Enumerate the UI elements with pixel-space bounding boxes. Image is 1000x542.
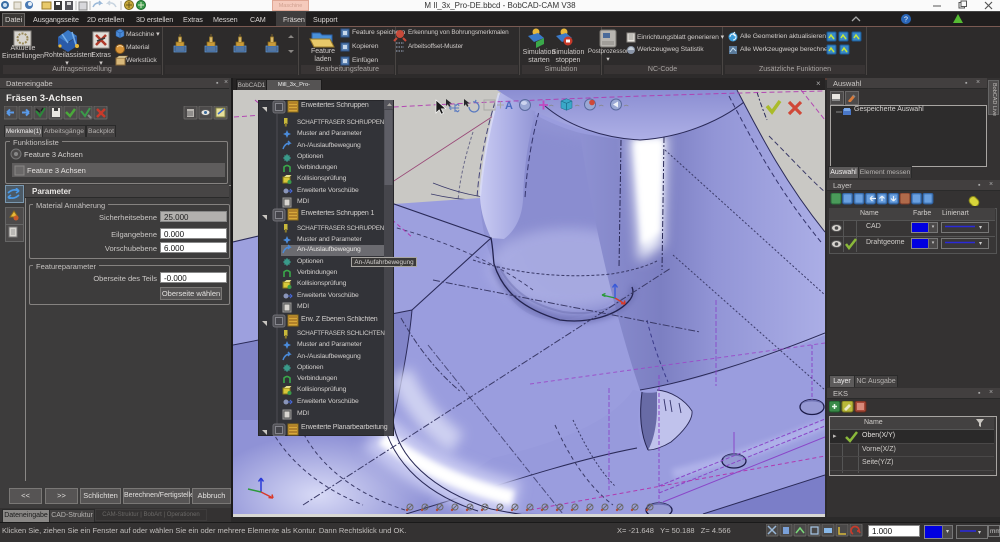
svg-text:A: A: [505, 100, 513, 112]
svg-text:?: ?: [904, 17, 908, 24]
svg-text:▾: ▾: [979, 241, 982, 247]
svg-text:▾: ▾: [979, 225, 982, 231]
svg-text:▾: ▾: [978, 530, 981, 536]
